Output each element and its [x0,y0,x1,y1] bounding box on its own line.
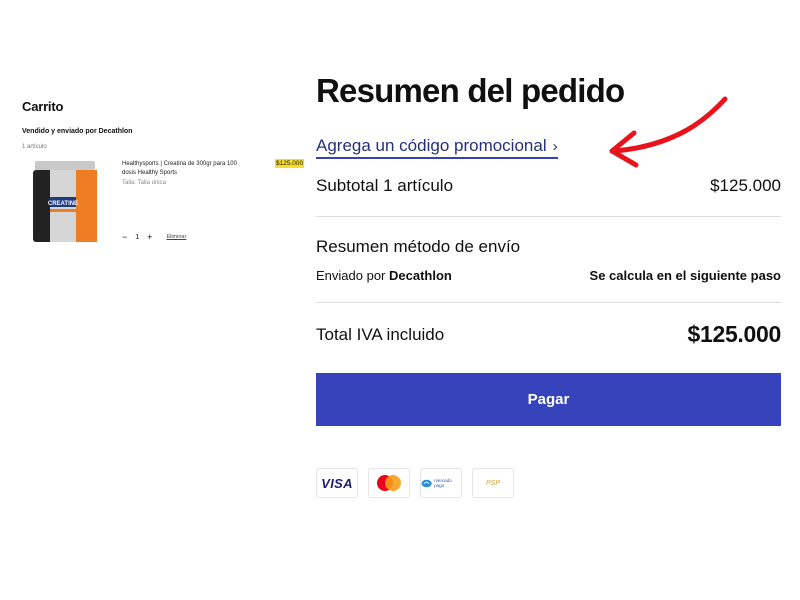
product-image[interactable]: CREATINE [30,161,100,243]
shipped-by: Enviado por Decathlon [316,268,452,283]
jar-label: CREATINE [48,201,78,207]
cart-product: CREATINE Healthysports | Creatina de 300… [22,159,312,249]
mercadopago-logo: mercado pago [420,468,462,498]
plus-icon[interactable]: + [147,233,152,242]
minus-icon[interactable]: − [122,233,127,242]
shipping-note: Se calcula en el siguiente paso [589,268,781,283]
divider [316,216,781,217]
cart-title: Carrito [22,99,64,114]
total-value: $125.000 [687,321,781,347]
divider [316,302,781,303]
mastercard-icon [368,468,410,498]
pay-button[interactable]: Pagar [316,373,781,426]
red-arrow-icon [609,96,728,168]
item-count: 1 artículo [22,144,47,150]
handshake-icon [421,479,432,487]
quantity-value: 1 [135,233,140,241]
shipper-name: Decathlon [389,268,452,283]
psp-logo: PSP [472,468,514,498]
total-row: Total IVA incluido $125.000 [316,321,781,348]
quantity-stepper: − 1 + Eliminar [122,233,186,242]
promo-code-label: Agrega un código promocional [316,136,547,155]
total-label: Total IVA incluido [316,324,445,344]
cart-panel: Carrito Vendido y enviado por Decathlon … [22,99,312,242]
subtotal-row: Subtotal 1 artículo $125.000 [316,176,781,196]
subtotal-value: $125.000 [710,176,781,195]
subtotal-label: Subtotal 1 artículo [316,176,454,195]
payment-methods: VISA mercado pago PSP [316,468,514,498]
chevron-right-icon: › [552,138,558,155]
shipping-row: Enviado por Decathlon Se calcula en el s… [316,268,781,283]
visa-text: VISA [321,475,353,491]
promo-code-link[interactable]: Agrega un código promocional › [316,136,558,159]
product-size: Talla: Talla única [122,180,166,186]
visa-logo: VISA [316,468,358,498]
psp-text: PSP [485,479,500,487]
mercadopago-text: mercado pago [434,478,452,488]
product-price: $125.000 [275,159,305,168]
product-name[interactable]: Healthysports | Creatina de 300gr para 1… [122,160,242,178]
sold-by-label: Vendido y enviado por Decathlon [22,128,133,135]
shipping-title: Resumen método de envío [316,237,521,256]
remove-link[interactable]: Eliminar [166,234,186,240]
